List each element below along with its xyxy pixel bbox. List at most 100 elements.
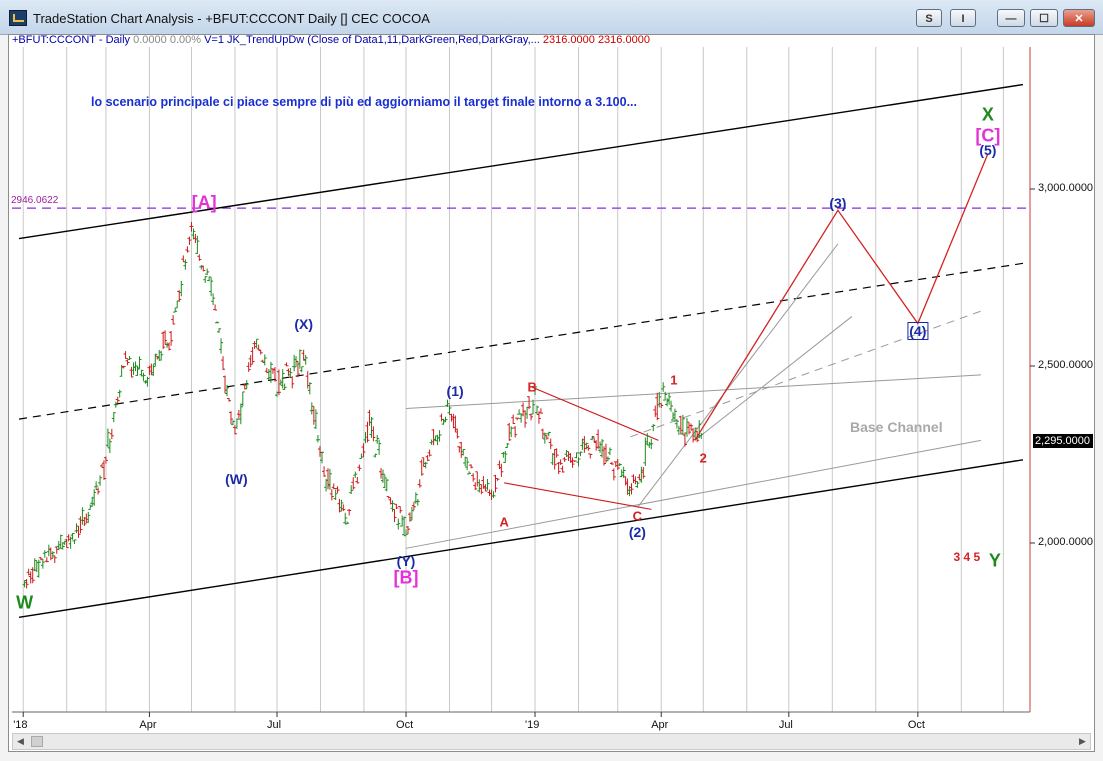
wave-label: (3) xyxy=(829,195,847,212)
ohlc-bar xyxy=(133,361,138,372)
ohlc-bar xyxy=(337,498,342,513)
ohlc-bar xyxy=(135,365,140,376)
ohlc-bar xyxy=(88,504,93,510)
ohlc-bar xyxy=(201,265,206,272)
ohlc-bar xyxy=(554,448,559,458)
analysis-comment: lo scenario principale ci piace sempre d… xyxy=(91,95,637,109)
ohlc-bar xyxy=(687,422,692,435)
ohlc-bar xyxy=(232,425,237,435)
wave-label: [B] xyxy=(393,567,419,588)
ohlc-bar xyxy=(311,406,316,425)
x-tick-label: Oct xyxy=(396,719,414,731)
ohlc-bar xyxy=(449,413,454,422)
ohlc-bar xyxy=(388,497,393,505)
ohlc-bar xyxy=(459,441,464,458)
ohlc-bar xyxy=(676,425,681,435)
ohlc-bar xyxy=(398,506,403,514)
ohlc-bar xyxy=(113,401,118,408)
ohlc-bar xyxy=(68,536,73,549)
ohlc-bar xyxy=(149,363,154,376)
ohlc-bar xyxy=(373,453,378,458)
ohlc-bar xyxy=(465,457,470,471)
ohlc-bar xyxy=(270,368,275,374)
ohlc-bar xyxy=(207,276,212,282)
wave-label: (W) xyxy=(225,471,248,488)
ohlc-bar xyxy=(560,465,565,473)
ohlc-bar xyxy=(568,453,573,463)
ohlc-bar xyxy=(377,439,382,455)
ohlc-bar xyxy=(678,415,683,435)
scroll-left-arrow-icon[interactable]: ◀ xyxy=(13,734,28,749)
ohlc-bar xyxy=(631,474,636,484)
ohlc-bar xyxy=(339,499,344,512)
ohlc-bar xyxy=(517,409,522,415)
ohlc-bar xyxy=(562,457,567,462)
ohlc-bar xyxy=(481,476,486,489)
symbol-values: 0.0000 0.00% xyxy=(133,34,202,46)
ohlc-bar xyxy=(305,371,310,389)
ohlc-bar xyxy=(596,429,601,449)
wave-label: Y xyxy=(988,550,1001,571)
ohlc-bar xyxy=(80,507,85,525)
ohlc-bar xyxy=(534,405,539,415)
ohlc-bar xyxy=(353,471,358,478)
ohlc-bar xyxy=(246,362,251,372)
ohlc-bar xyxy=(463,456,468,467)
ohlc-bar xyxy=(521,402,526,417)
ohlc-bar xyxy=(324,478,329,492)
ohlc-bar xyxy=(633,476,638,485)
ohlc-bar xyxy=(380,469,385,483)
ohlc-bar xyxy=(351,477,356,490)
x-tick-label: Jul xyxy=(778,719,793,731)
ohlc-bar xyxy=(129,366,134,378)
scroll-thumb[interactable] xyxy=(31,736,43,747)
ohlc-bar xyxy=(523,410,528,428)
ohlc-bar xyxy=(193,233,198,243)
indicator-label: V=1 JK_TrendUpDw (Close of Data1,11,Dark… xyxy=(204,34,540,46)
ohlc-bar xyxy=(361,443,366,457)
wave-label: (Y) xyxy=(396,552,416,569)
ohlc-bar xyxy=(699,433,704,439)
chart-grid xyxy=(12,47,1035,717)
ohlc-bar xyxy=(28,571,33,584)
ohlc-bar xyxy=(301,349,306,361)
scroll-right-arrow-icon[interactable]: ▶ xyxy=(1075,734,1090,749)
wave-label: 3 4 5 xyxy=(953,550,981,565)
ohlc-bar xyxy=(58,534,63,549)
ohlc-bar xyxy=(613,461,618,468)
ohlc-bar xyxy=(396,518,401,530)
ohlc-bar xyxy=(558,459,563,465)
ohlc-bar xyxy=(425,454,430,462)
ohlc-bar xyxy=(333,489,338,501)
ohlc-bar xyxy=(574,452,579,459)
ohlc-bar xyxy=(223,375,228,394)
wave-label: W xyxy=(16,592,34,613)
ohlc-bar xyxy=(643,437,648,466)
ohlc-bar xyxy=(288,368,293,379)
indicator-values: 2316.0000 2316.0000 xyxy=(542,34,650,46)
ohlc-bar xyxy=(507,422,512,441)
x-tick-label: '19 xyxy=(525,719,540,731)
ohlc-bar xyxy=(145,376,150,387)
ohlc-bar xyxy=(669,400,674,412)
ohlc-bar xyxy=(546,431,551,437)
ohlc-bar xyxy=(234,418,239,429)
ohlc-bar xyxy=(258,350,263,355)
ohlc-bar xyxy=(423,461,428,469)
horizontal-scrollbar[interactable]: ◀ ▶ xyxy=(12,733,1091,750)
ohlc-bar xyxy=(282,383,287,391)
price-chart[interactable] xyxy=(0,0,1103,761)
ohlc-bar xyxy=(203,276,208,283)
ohlc-bar xyxy=(647,441,652,448)
ohlc-bar xyxy=(499,463,504,477)
ohlc-bar xyxy=(157,349,162,361)
ohlc-bar xyxy=(369,417,374,438)
ohlc-bar xyxy=(211,293,216,306)
ohlc-bar xyxy=(572,460,577,462)
ohlc-bar xyxy=(566,451,571,461)
ohlc-bar xyxy=(34,560,39,573)
ohlc-bar xyxy=(659,402,664,408)
ohlc-bar xyxy=(278,379,283,385)
ohlc-bar xyxy=(359,453,364,459)
wave-label: (2) xyxy=(628,524,646,541)
